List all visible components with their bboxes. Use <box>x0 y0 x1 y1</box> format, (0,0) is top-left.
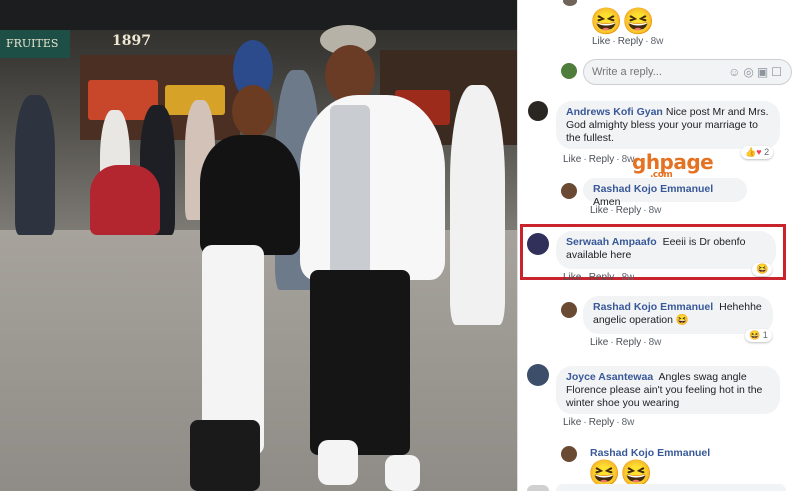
comment-time: 8w <box>621 417 635 428</box>
reaction-count[interactable]: 😆 1 <box>745 329 772 342</box>
comment-time: 8w <box>648 205 662 216</box>
woman-black-top <box>200 135 300 255</box>
commenter-name[interactable]: Andrews Kofi Gyan <box>566 106 663 118</box>
like-link[interactable]: Like <box>592 36 610 47</box>
year-sign: 1897 <box>112 33 151 49</box>
ghpage-watermark: ghpage .com <box>632 150 714 180</box>
comment-actions: Like · Reply · 8w <box>563 272 634 280</box>
reply-box[interactable]: ☺◎▣☐ <box>583 59 792 85</box>
laughing-reaction-icon: 😆 <box>749 330 761 340</box>
next-commenter-avatar[interactable] <box>527 485 549 491</box>
commenter-avatar[interactable] <box>527 364 549 386</box>
commenter-avatar[interactable] <box>561 302 577 318</box>
like-link[interactable]: Like <box>563 272 581 280</box>
commenter-name[interactable]: Rashad Kojo Emmanuel <box>593 301 713 313</box>
comment-time: 8w <box>621 272 635 280</box>
reaction-count[interactable]: 😆 <box>752 263 773 276</box>
reaction-count[interactable]: 👍♥ 2 <box>741 146 774 159</box>
man-sneaker <box>318 440 358 485</box>
stroller <box>90 165 160 235</box>
next-comment-bubble <box>556 484 786 491</box>
store-sign: FRUITES <box>0 30 70 58</box>
reply-input[interactable] <box>592 66 702 78</box>
man-white-shirt <box>300 95 445 280</box>
commenter-avatar[interactable] <box>527 233 549 255</box>
comment-bubble: Joyce Asantewaa Angles swag angle Floren… <box>556 366 780 414</box>
reaction-number: 1 <box>762 330 768 340</box>
commenter-name[interactable]: Serwaah Ampaafo <box>566 236 657 248</box>
man-black-jeans <box>310 270 410 455</box>
reply-tool-icons[interactable]: ☺◎▣☐ <box>728 65 785 79</box>
commenter-avatar[interactable] <box>561 446 577 462</box>
reply-link[interactable]: Reply <box>589 272 615 280</box>
comment-actions: Like · Reply · 8w <box>590 205 662 216</box>
market-awning <box>0 0 517 30</box>
like-link[interactable]: Like <box>590 337 608 348</box>
woman-boots <box>190 420 260 491</box>
shopper <box>450 85 505 325</box>
commenter-avatar[interactable] <box>528 101 548 121</box>
commenter-avatar[interactable] <box>561 183 577 199</box>
comment-actions: Like · Reply · 8w <box>590 337 662 348</box>
reply-link[interactable]: Reply <box>616 337 642 348</box>
comment-bubble: Rashad Kojo Emmanuel Hehehhe angelic ope… <box>583 296 773 334</box>
reply-link[interactable]: Reply <box>589 154 615 165</box>
man-sneaker <box>385 455 420 491</box>
comment-bubble: Andrews Kofi Gyan Nice post Mr and Mrs. G… <box>556 101 780 149</box>
commenter-name[interactable]: Rashad Kojo Emmanuel <box>593 183 713 195</box>
reply-link[interactable]: Reply <box>589 417 615 428</box>
woman-face <box>232 85 274 137</box>
comment-bubble: Serwaah Ampaafo Eeeii is Dr obenfo avail… <box>556 231 776 269</box>
comment-actions: Like · Reply · 8w <box>563 154 635 165</box>
commenter-name[interactable]: Joyce Asantewaa <box>566 371 653 383</box>
comment-time: 8w <box>650 36 664 47</box>
reaction-number: 2 <box>764 147 770 157</box>
laughing-emoji: 😆😆 <box>588 458 653 488</box>
like-link[interactable]: Like <box>563 417 581 428</box>
laughing-emoji: 😆😆 <box>590 6 655 36</box>
market-photo: FRUITES 1897 <box>0 0 517 491</box>
current-user-avatar <box>561 63 577 79</box>
comment-actions: Like · Reply · 8w <box>592 36 664 47</box>
love-reaction-icon: ♥ <box>756 147 762 157</box>
reply-link[interactable]: Reply <box>616 205 642 216</box>
reply-link[interactable]: Reply <box>618 36 644 47</box>
shopper <box>15 95 55 235</box>
comment-actions: Like · Reply · 8w <box>563 417 635 428</box>
like-link[interactable]: Like <box>563 154 581 165</box>
like-link[interactable]: Like <box>590 205 608 216</box>
comment-bubble: Rashad Kojo Emmanuel Amen <box>583 178 747 208</box>
comment-time: 8w <box>648 337 662 348</box>
like-reaction-icon: 👍 <box>745 147 757 157</box>
